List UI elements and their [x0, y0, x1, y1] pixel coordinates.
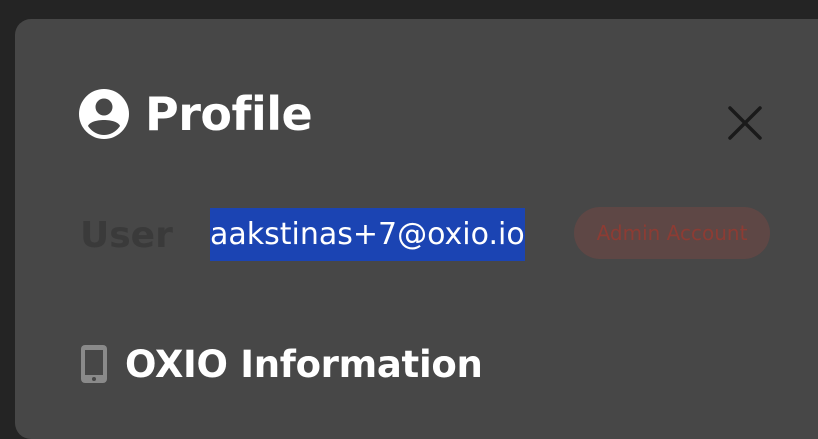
- account-circle-icon: [79, 89, 129, 139]
- section-header: OXIO Information: [79, 344, 483, 384]
- close-icon: [728, 106, 762, 140]
- dialog-header: Profile: [79, 87, 313, 141]
- section-title: OXIO Information: [125, 342, 483, 386]
- page-title: Profile: [145, 87, 313, 141]
- account-type-badge: Admin Account: [574, 207, 770, 259]
- profile-dialog: Profile User aakstinas+7@oxio.io Admin A…: [15, 19, 818, 439]
- close-button[interactable]: [725, 103, 765, 143]
- smartphone-icon: [81, 345, 107, 383]
- user-label: User: [80, 215, 173, 256]
- user-email[interactable]: aakstinas+7@oxio.io: [210, 208, 525, 261]
